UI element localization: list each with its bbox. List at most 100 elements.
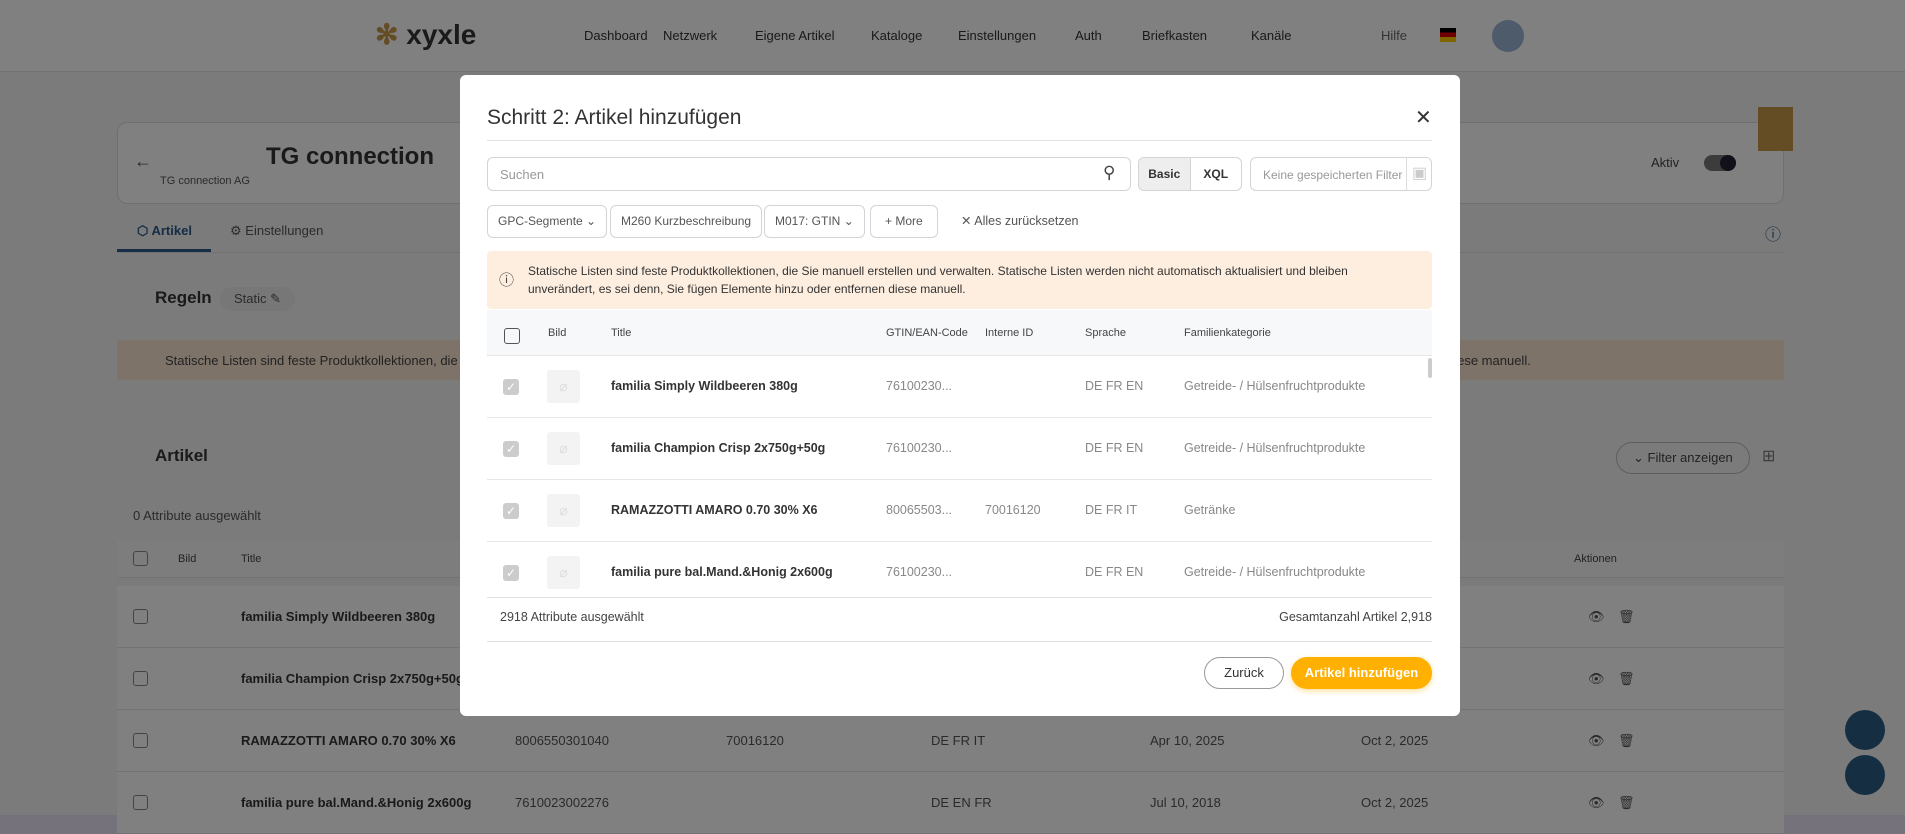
cell-text: Jul 10, 2018 xyxy=(1150,795,1221,810)
close-icon[interactable]: ✕ xyxy=(1415,105,1432,130)
scrollbar[interactable] xyxy=(1428,358,1432,378)
table-row: RAMAZZOTTI AMARO 0.70 30% X6 800655030104… xyxy=(117,710,1784,772)
cell-text: 76100230... xyxy=(886,441,953,455)
back-button[interactable]: Zurück xyxy=(1204,657,1284,689)
cell-text: 76100230... xyxy=(886,379,953,393)
cell-text: 8006550301040 xyxy=(515,733,609,748)
eye-icon[interactable]: 👁 xyxy=(1588,795,1605,811)
tab-underline xyxy=(117,249,211,252)
col-gtin[interactable]: GTIN/EAN-Code xyxy=(886,327,968,339)
row-checkbox[interactable] xyxy=(133,795,148,810)
col-sprache[interactable]: Sprache xyxy=(1085,327,1126,339)
table-row[interactable]: ✓ ⌀ familia pure bal.Mand.&Honig 2x600g 761… xyxy=(487,542,1432,597)
search-input[interactable]: Suchen ⚲ xyxy=(487,157,1131,191)
cell-text: Getreide- / Hülsenfruchtprodukte xyxy=(1184,441,1366,455)
eye-icon[interactable]: 👁 xyxy=(1588,609,1605,625)
top-navbar: ✻ xyxle Dashboard Netzwerk Eigene Artike… xyxy=(0,0,1905,72)
add-articles-button[interactable]: Artikel hinzufügen xyxy=(1291,657,1432,689)
selected-count: 2918 Attribute ausgewählt xyxy=(500,610,644,624)
logo[interactable]: ✻ xyxle xyxy=(375,18,476,51)
total-count: Gesamtanzahl Artikel 2,918 xyxy=(1279,610,1432,624)
filter-m260[interactable]: M260 Kurzbeschreibung xyxy=(610,205,763,238)
back-arrow-icon[interactable]: ← xyxy=(134,151,152,172)
nav-kanaele[interactable]: Kanäle xyxy=(1251,28,1291,43)
cell-text: familia Champion Crisp 2x750g+50g xyxy=(241,671,464,686)
cell-text: Apr 10, 2025 xyxy=(1150,733,1225,748)
col-actions: Aktionen xyxy=(1574,553,1617,565)
cell-text: 70016120 xyxy=(985,503,1041,517)
nav-eigene-artikel[interactable]: Eigene Artikel xyxy=(755,28,835,43)
nav-kataloge[interactable]: Kataloge xyxy=(871,28,922,43)
select-all-checkbox[interactable] xyxy=(133,551,148,566)
col-title[interactable]: Title xyxy=(611,327,631,339)
col-bild: Bild xyxy=(178,553,197,565)
cell-text: 7610023002276 xyxy=(515,795,609,810)
mode-xql-button[interactable]: XQL xyxy=(1191,158,1242,190)
static-pill[interactable]: Static ✎ xyxy=(220,287,296,311)
cell-text: familia Champion Crisp 2x750g+50g xyxy=(611,441,826,455)
row-checkbox[interactable]: ✓ xyxy=(503,379,519,395)
cell-text: 76100230... xyxy=(886,565,953,579)
help-link[interactable]: Hilfe xyxy=(1381,28,1407,43)
trash-icon[interactable]: 🗑 xyxy=(1618,609,1635,625)
nav-dashboard[interactable]: Dashboard xyxy=(584,28,648,43)
search-icon[interactable]: ⚲ xyxy=(1103,163,1115,183)
filter-gpc-segmente[interactable]: GPC-Segmente ⌄ xyxy=(487,205,608,238)
divider xyxy=(487,140,1432,141)
chevron-down-icon: ⌄ xyxy=(843,214,854,228)
help-icon[interactable]: ⓘ xyxy=(1765,221,1781,245)
trash-icon[interactable]: 🗑 xyxy=(1618,671,1635,687)
eye-icon[interactable]: 👁 xyxy=(1588,671,1605,687)
chatbot-button[interactable] xyxy=(1845,710,1885,750)
selected-count: 0 Attribute ausgewählt xyxy=(133,508,261,523)
row-checkbox[interactable]: ✓ xyxy=(503,503,519,519)
cell-text: RAMAZZOTTI AMARO 0.70 30% X6 xyxy=(611,503,818,517)
cell-text: DE FR IT xyxy=(1085,503,1138,517)
articles-title: Artikel xyxy=(155,446,208,465)
cell-text: Getränke xyxy=(1184,503,1236,517)
gear-icon: ⚙ xyxy=(230,223,246,238)
col-bild: Bild xyxy=(548,327,567,339)
nav-netzwerk[interactable]: Netzwerk xyxy=(663,28,717,43)
row-checkbox[interactable] xyxy=(133,671,148,686)
table-row[interactable]: ✓ ⌀ RAMAZZOTTI AMARO 0.70 30% X6 80065503..… xyxy=(487,480,1432,542)
filter-button[interactable]: ⌄ Filter anzeigen xyxy=(1616,442,1750,474)
avatar[interactable] xyxy=(1492,20,1524,52)
row-checkbox[interactable]: ✓ xyxy=(503,565,519,581)
eye-icon[interactable]: 👁 xyxy=(1588,733,1605,749)
trash-icon[interactable]: 🗑 xyxy=(1618,733,1635,749)
table-body: ✓ ⌀ familia Simply Wildbeeren 380g 76100230… xyxy=(460,356,1460,597)
nav-einstellungen[interactable]: Einstellungen xyxy=(958,28,1036,43)
cell-text: DE FR IT xyxy=(931,733,986,748)
trash-icon[interactable]: 🗑 xyxy=(1618,795,1635,811)
filter-m017-gtin[interactable]: M017: GTIN ⌄ xyxy=(764,205,865,238)
chevron-down-icon: ⌄ xyxy=(586,214,597,228)
tab-einstellungen[interactable]: ⚙ Einstellungen xyxy=(230,223,323,239)
save-filter-icon[interactable]: ▣ xyxy=(1406,158,1431,190)
cell-text: Getreide- / Hülsenfruchtprodukte xyxy=(1184,379,1366,393)
col-familienkategorie[interactable]: Familienkategorie xyxy=(1184,327,1271,339)
cell-text: 70016120 xyxy=(726,733,784,748)
table-row[interactable]: ✓ ⌀ familia Champion Crisp 2x750g+50g 76100… xyxy=(487,418,1432,480)
col-title: Title xyxy=(241,553,262,565)
col-interne-id[interactable]: Interne ID xyxy=(985,327,1033,339)
saved-filter-select[interactable]: Keine gespeicherten Filter ▣ xyxy=(1250,157,1432,191)
flag-de-icon[interactable] xyxy=(1440,28,1456,42)
tab-artikel[interactable]: ⬡ Artikel xyxy=(137,223,192,239)
row-checkbox[interactable] xyxy=(133,733,148,748)
mode-basic-button[interactable]: Basic xyxy=(1139,158,1191,190)
row-checkbox[interactable] xyxy=(133,609,148,624)
cell-text: DE FR EN xyxy=(1085,441,1144,455)
nav-auth[interactable]: Auth xyxy=(1075,28,1102,43)
table-row[interactable]: ✓ ⌀ familia Simply Wildbeeren 380g 76100230… xyxy=(487,356,1432,418)
more-filters-button[interactable]: + More xyxy=(870,205,938,238)
nav-briefkasten[interactable]: Briefkasten xyxy=(1142,28,1207,43)
chat-button[interactable] xyxy=(1845,755,1885,795)
row-checkbox[interactable]: ✓ xyxy=(503,441,519,457)
cell-text: familia Simply Wildbeeren 380g xyxy=(611,379,798,393)
select-all-checkbox[interactable] xyxy=(504,328,520,344)
reset-all-button[interactable]: ✕ Alles zurücksetzen xyxy=(961,213,1078,228)
query-mode-toggle: Basic XQL xyxy=(1138,157,1242,191)
active-toggle[interactable] xyxy=(1704,155,1736,171)
grid-view-icon[interactable]: ⊞ xyxy=(1762,446,1775,466)
